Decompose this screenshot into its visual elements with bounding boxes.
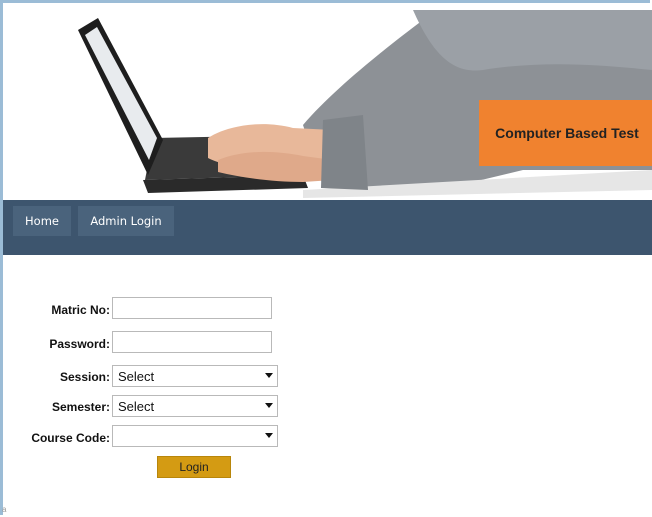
semester-select[interactable]: Select (112, 395, 278, 417)
main-navbar: Home Admin Login (3, 200, 652, 255)
nav-item-home[interactable]: Home (13, 206, 71, 236)
semester-label: Semester: (51, 400, 110, 414)
session-select[interactable]: Select (112, 365, 278, 387)
chevron-down-icon (265, 403, 273, 408)
login-button[interactable]: Login (157, 456, 231, 478)
course-code-label: Course Code: (31, 431, 110, 445)
session-label: Session: (59, 370, 110, 384)
password-label: Password: (49, 337, 110, 351)
nav-item-admin-login[interactable]: Admin Login (78, 206, 174, 236)
course-code-select[interactable] (112, 425, 278, 447)
matric-label: Matric No: (51, 303, 110, 317)
form-labels: Matric No: Password: Session: Semester: … (10, 0, 110, 445)
matric-no-input[interactable] (112, 297, 272, 319)
footer-mark: a (2, 505, 7, 514)
session-select-value: Select (118, 368, 155, 384)
password-input[interactable] (112, 331, 272, 353)
chevron-down-icon (265, 373, 273, 378)
chevron-down-icon (265, 433, 273, 438)
banner-badge: Computer Based Test (479, 100, 652, 166)
semester-select-value: Select (118, 398, 155, 414)
